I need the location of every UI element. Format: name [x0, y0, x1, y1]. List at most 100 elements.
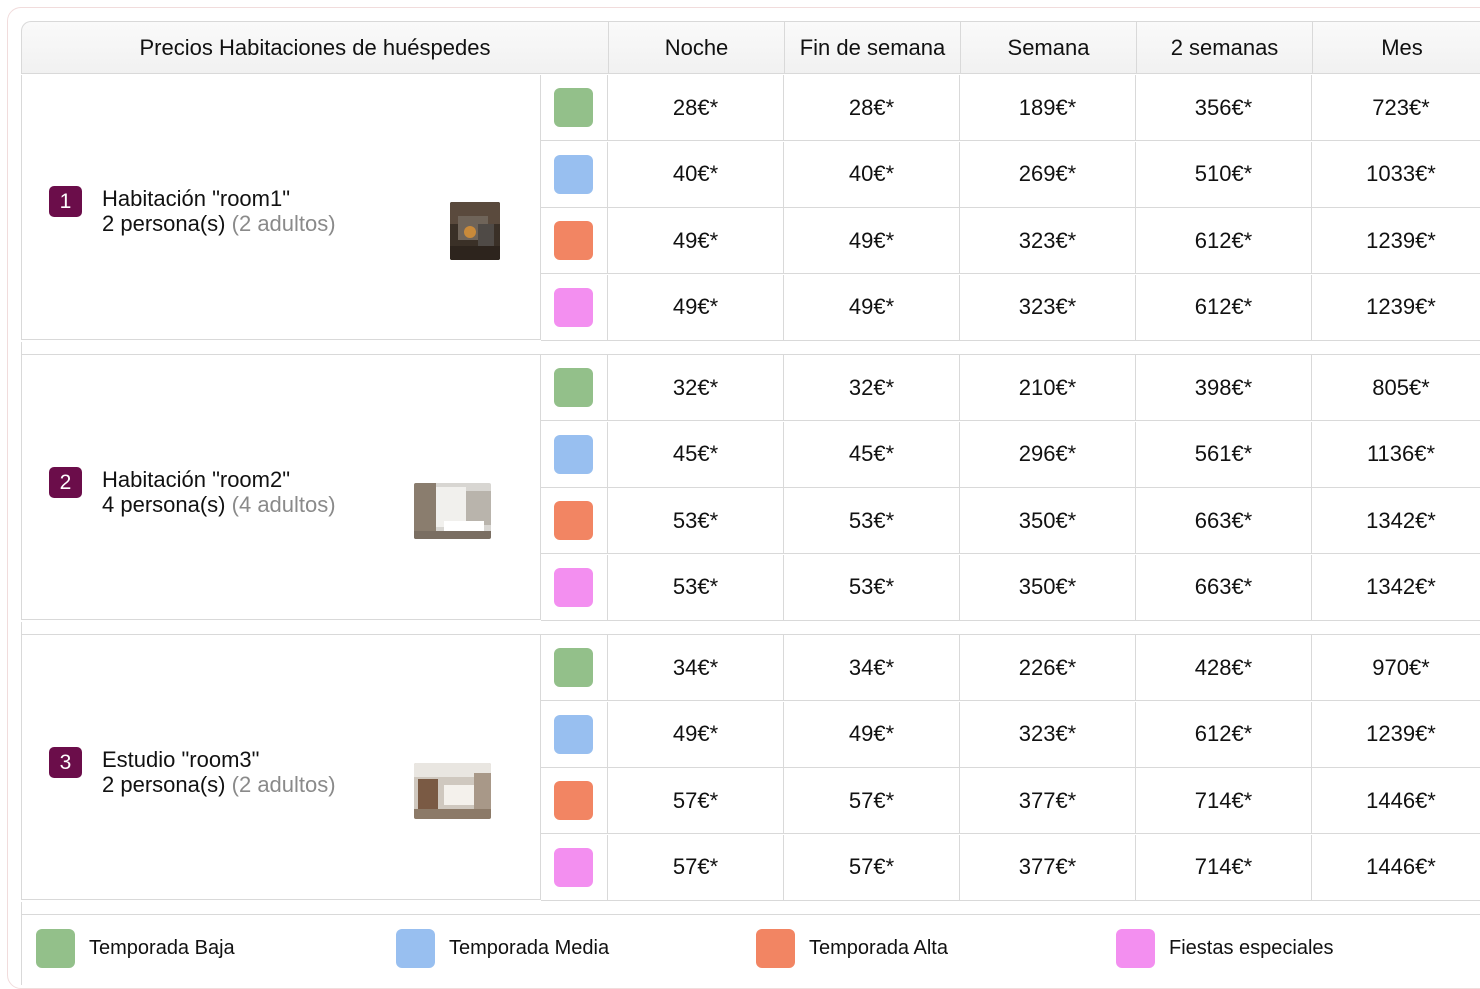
- room-name[interactable]: Habitación "room1": [102, 187, 290, 211]
- price-cell: 612€*: [1136, 701, 1312, 768]
- price-cell: 350€*: [960, 488, 1136, 554]
- season-swatch-cell: [541, 274, 608, 341]
- room-block: 2 Habitación "room2" 4 persona(s) (4 adu…: [21, 355, 1480, 622]
- price-cell: 323€*: [960, 274, 1136, 341]
- price-cell: 350€*: [960, 554, 1136, 621]
- season-swatch: [554, 368, 593, 407]
- price-cell: 714€*: [1136, 834, 1312, 901]
- price-cell: 45€*: [608, 421, 784, 488]
- price-cell: 40€*: [608, 141, 784, 208]
- price-cell: 28€*: [608, 75, 784, 141]
- price-cell: 53€*: [608, 554, 784, 621]
- price-cell: 296€*: [960, 421, 1136, 488]
- room-number-badge: 1: [49, 186, 82, 217]
- season-swatch: [554, 154, 593, 194]
- room-photo[interactable]: [450, 202, 500, 260]
- table-title: Precios Habitaciones de huéspedes: [21, 21, 608, 74]
- price-cell: 49€*: [608, 701, 784, 768]
- room-number-badge: 2: [49, 467, 82, 498]
- price-cell: 1239€*: [1312, 702, 1480, 768]
- price-cell: 49€*: [608, 208, 784, 274]
- legend-swatch: [756, 929, 795, 968]
- price-cell: 612€*: [1136, 274, 1312, 341]
- season-swatch-cell: [541, 768, 608, 834]
- price-cell: 612€*: [1136, 208, 1312, 274]
- price-cell: 356€*: [1136, 75, 1312, 141]
- room-persons: 2 persona(s): [102, 772, 226, 797]
- room-info-cell: 3 Estudio "room3" 2 persona(s) (2 adulto…: [21, 635, 541, 900]
- season-swatch-cell: [541, 355, 608, 421]
- price-cell: 805€*: [1312, 355, 1480, 421]
- price-cell: 1033€*: [1312, 142, 1480, 208]
- season-swatch-cell: [541, 554, 608, 621]
- price-cell: 561€*: [1136, 421, 1312, 488]
- price-cell: 714€*: [1136, 768, 1312, 834]
- price-cell: 428€*: [1136, 635, 1312, 701]
- legend-swatch: [36, 929, 75, 968]
- season-swatch-cell: [541, 141, 608, 208]
- price-cell: 1136€*: [1312, 422, 1480, 488]
- season-swatch-cell: [541, 701, 608, 768]
- row-separator: [21, 622, 1480, 635]
- room-adults: (4 adultos): [231, 492, 336, 517]
- season-swatch: [554, 501, 593, 540]
- room-name[interactable]: Estudio "room3": [102, 748, 259, 772]
- season-swatch: [554, 847, 593, 887]
- season-swatch: [554, 567, 593, 607]
- price-cell: 57€*: [784, 834, 960, 901]
- season-swatch: [554, 88, 593, 127]
- price-cell: 377€*: [960, 768, 1136, 834]
- room-adults: (2 adultos): [231, 772, 336, 797]
- season-swatch: [554, 648, 593, 687]
- legend-label: Temporada Alta: [809, 937, 948, 959]
- season-swatch-cell: [541, 635, 608, 701]
- column-header-night: Noche: [608, 21, 784, 74]
- price-cell: 57€*: [608, 834, 784, 901]
- price-cell: 49€*: [784, 274, 960, 341]
- season-swatch-cell: [541, 834, 608, 901]
- season-legend: Temporada Baja Temporada Media Temporada…: [21, 915, 1480, 985]
- price-cell: 49€*: [784, 701, 960, 768]
- price-cell: 970€*: [1312, 635, 1480, 701]
- season-swatch: [554, 287, 593, 327]
- price-cell: 53€*: [784, 488, 960, 554]
- price-cell: 1239€*: [1312, 208, 1480, 274]
- room-capacity: 2 persona(s) (2 adultos): [102, 773, 336, 797]
- price-cell: 210€*: [960, 355, 1136, 421]
- room-block: 1 Habitación "room1" 2 persona(s) (2 adu…: [21, 75, 1480, 342]
- room-capacity: 2 persona(s) (2 adultos): [102, 212, 336, 236]
- price-cell: 398€*: [1136, 355, 1312, 421]
- room-photo[interactable]: [414, 763, 491, 819]
- legend-swatch: [396, 929, 435, 968]
- season-swatch: [554, 434, 593, 474]
- price-cell: 28€*: [784, 75, 960, 141]
- price-cell: 323€*: [960, 701, 1136, 768]
- price-cell: 1342€*: [1312, 555, 1480, 621]
- room-persons: 4 persona(s): [102, 492, 226, 517]
- price-cell: 510€*: [1136, 141, 1312, 208]
- price-cell: 49€*: [608, 274, 784, 341]
- column-header-two-weeks: 2 semanas: [1136, 21, 1312, 74]
- price-cell: 40€*: [784, 141, 960, 208]
- price-cell: 1446€*: [1312, 768, 1480, 834]
- season-swatch-cell: [541, 488, 608, 554]
- season-swatch-cell: [541, 208, 608, 274]
- price-cell: 323€*: [960, 208, 1136, 274]
- season-swatch: [554, 714, 593, 754]
- room-persons: 2 persona(s): [102, 211, 226, 236]
- season-swatch-cell: [541, 421, 608, 488]
- price-cell: 269€*: [960, 141, 1136, 208]
- price-cell: 49€*: [784, 208, 960, 274]
- season-swatch-cell: [541, 75, 608, 141]
- price-cell: 189€*: [960, 75, 1136, 141]
- row-separator: [21, 902, 1480, 915]
- price-cell: 663€*: [1136, 554, 1312, 621]
- room-photo[interactable]: [414, 483, 491, 539]
- price-cell: 1239€*: [1312, 275, 1480, 341]
- price-cell: 45€*: [784, 421, 960, 488]
- legend-item-mid-season: Temporada Media: [396, 929, 609, 968]
- column-header-week: Semana: [960, 21, 1136, 74]
- legend-label: Temporada Media: [449, 937, 610, 959]
- price-cell: 1446€*: [1312, 835, 1480, 901]
- room-name[interactable]: Habitación "room2": [102, 468, 290, 492]
